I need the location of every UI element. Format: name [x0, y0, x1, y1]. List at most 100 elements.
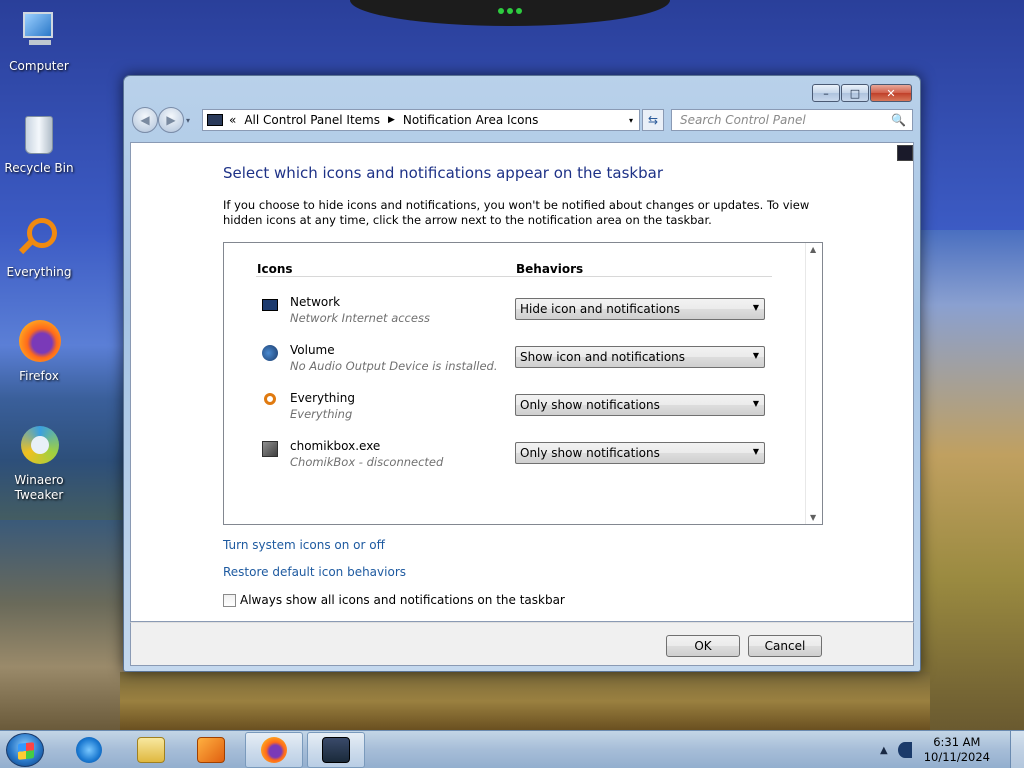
start-button[interactable]: [6, 733, 44, 767]
ornament-dot: [498, 8, 504, 14]
taskbar-file-explorer[interactable]: [122, 732, 180, 768]
chevron-down-icon: ▼: [752, 399, 759, 408]
minimize-button[interactable]: –: [812, 84, 840, 102]
clock-time: 6:31 AM: [933, 735, 981, 749]
clock-date: 10/11/2024: [923, 750, 990, 764]
wallpaper-right: [920, 230, 1024, 730]
page-title: Select which icons and notifications app…: [223, 164, 663, 182]
behavior-value: Only show notifications: [520, 398, 660, 412]
chomikbox-icon: [262, 441, 278, 457]
control-panel-icon: [207, 114, 223, 126]
ok-button[interactable]: OK: [666, 635, 740, 657]
firefox-icon: [15, 318, 63, 366]
computer-icon: [15, 8, 63, 56]
forward-button[interactable]: ▶: [158, 107, 184, 133]
maximize-button[interactable]: □: [841, 84, 869, 102]
behavior-value: Show icon and notifications: [520, 350, 686, 364]
desktop-icon-label: Computer: [9, 59, 69, 73]
wallpaper-left: [0, 520, 130, 730]
behavior-select-chomikbox[interactable]: Only show notifications ▼: [515, 442, 765, 464]
desktop-icon-recycle-bin[interactable]: Recycle Bin: [0, 110, 78, 175]
breadcrumb-all-items[interactable]: All Control Panel Items: [244, 113, 380, 127]
taskbar-control-panel[interactable]: [307, 732, 365, 768]
winaero-tweaker-icon: [15, 422, 63, 470]
windows-logo-icon: [18, 742, 34, 760]
recent-pages-dropdown[interactable]: ▾: [186, 116, 190, 125]
ornament-dot: [516, 8, 522, 14]
cancel-button[interactable]: Cancel: [748, 635, 822, 657]
turn-system-icons-link[interactable]: Turn system icons on or off: [223, 538, 385, 552]
search-placeholder: Search Control Panel: [680, 113, 806, 127]
control-panel-icon: [322, 737, 350, 763]
desktop-icon-winaero-tweaker[interactable]: Winaero Tweaker: [0, 422, 78, 503]
content-pane: Select which icons and notifications app…: [130, 142, 914, 622]
scroll-down-icon[interactable]: ▼: [810, 513, 816, 522]
show-desktop-button[interactable]: [1010, 731, 1024, 768]
address-prefix[interactable]: «: [229, 113, 236, 127]
volume-icon[interactable]: [897, 742, 912, 758]
help-icon[interactable]: [897, 145, 913, 161]
item-name: Everything: [290, 391, 355, 405]
search-input[interactable]: Search Control Panel 🔍: [671, 109, 913, 131]
checkbox-label[interactable]: Always show all icons and notifications …: [240, 593, 565, 607]
always-show-all-checkbox[interactable]: [223, 593, 236, 607]
scroll-up-icon[interactable]: ▲: [810, 245, 816, 254]
icons-list: Icons Behaviors Network Network Internet…: [223, 242, 823, 525]
media-player-icon: [197, 737, 225, 763]
chevron-down-icon: ▼: [752, 447, 759, 456]
list-scrollbar[interactable]: ▲ ▼: [805, 243, 822, 524]
file-explorer-icon: [137, 737, 165, 763]
breadcrumb-notification-icons[interactable]: Notification Area Icons: [403, 113, 538, 127]
item-description: Everything: [290, 407, 353, 421]
breadcrumb-separator[interactable]: ▶: [388, 115, 395, 125]
desktop-icon-computer[interactable]: Computer: [0, 8, 78, 73]
clock[interactable]: 6:31 AM 10/11/2024: [924, 735, 990, 765]
taskbar-internet-explorer[interactable]: [60, 732, 118, 768]
everything-icon: [264, 393, 276, 405]
behavior-value: Only show notifications: [520, 446, 660, 460]
behavior-select-everything[interactable]: Only show notifications ▼: [515, 394, 765, 416]
chevron-down-icon: ▼: [752, 303, 759, 312]
wallpaper-bottom: [120, 672, 930, 730]
behavior-select-network[interactable]: Hide icon and notifications ▼: [515, 298, 765, 320]
restore-defaults-link[interactable]: Restore default icon behaviors: [223, 565, 406, 579]
show-hidden-icons-button[interactable]: ▲: [880, 745, 888, 756]
page-description: If you choose to hide icons and notifica…: [223, 198, 810, 227]
always-show-all-checkbox-row[interactable]: Always show all icons and notifications …: [223, 593, 565, 607]
item-name: Volume: [290, 343, 335, 357]
taskbar-media-player[interactable]: [182, 732, 240, 768]
column-header-behaviors: Behaviors: [516, 262, 584, 276]
address-bar[interactable]: « All Control Panel Items ▶ Notification…: [202, 109, 640, 131]
desktop-icon-everything[interactable]: Everything: [0, 214, 78, 279]
recycle-bin-icon: [15, 110, 63, 158]
list-item-volume: Volume No Audio Output Device is install…: [262, 343, 782, 379]
internet-explorer-icon: [76, 737, 102, 763]
list-item-network: Network Network Internet access Hide ico…: [262, 295, 782, 331]
desktop-icon-firefox[interactable]: Firefox: [0, 318, 78, 383]
taskbar-firefox[interactable]: [245, 732, 303, 768]
everything-icon: [15, 214, 63, 262]
list-item-chomikbox: chomikbox.exe ChomikBox - disconnected O…: [262, 439, 782, 475]
volume-icon: [262, 345, 278, 361]
window-controls: – □ ✕: [812, 84, 912, 102]
taskbar: ▲ 6:31 AM 10/11/2024: [0, 730, 1024, 768]
wallpaper-ornament: [350, 0, 670, 26]
item-description: ChomikBox - disconnected: [290, 455, 444, 469]
item-description: Network Internet access: [290, 311, 430, 325]
system-tray: ▲ 6:31 AM 10/11/2024: [880, 731, 1024, 768]
address-dropdown[interactable]: ▾: [629, 116, 633, 125]
ornament-dot: [507, 8, 513, 14]
close-button[interactable]: ✕: [870, 84, 912, 102]
navigation-buttons: ◀ ▶ ▾: [132, 107, 190, 133]
network-icon: [262, 299, 278, 311]
refresh-button[interactable]: ⇆: [642, 109, 664, 131]
firefox-icon: [261, 737, 287, 763]
item-name: chomikbox.exe: [290, 439, 381, 453]
desktop-icon-label: Everything: [6, 265, 72, 279]
desktop-icon-label: Firefox: [19, 369, 59, 383]
behavior-select-volume[interactable]: Show icon and notifications ▼: [515, 346, 765, 368]
back-button[interactable]: ◀: [132, 107, 158, 133]
list-item-everything: Everything Everything Only show notifica…: [262, 391, 782, 427]
search-icon[interactable]: 🔍: [891, 113, 906, 127]
desktop-icon-label: Winaero Tweaker: [14, 473, 64, 502]
